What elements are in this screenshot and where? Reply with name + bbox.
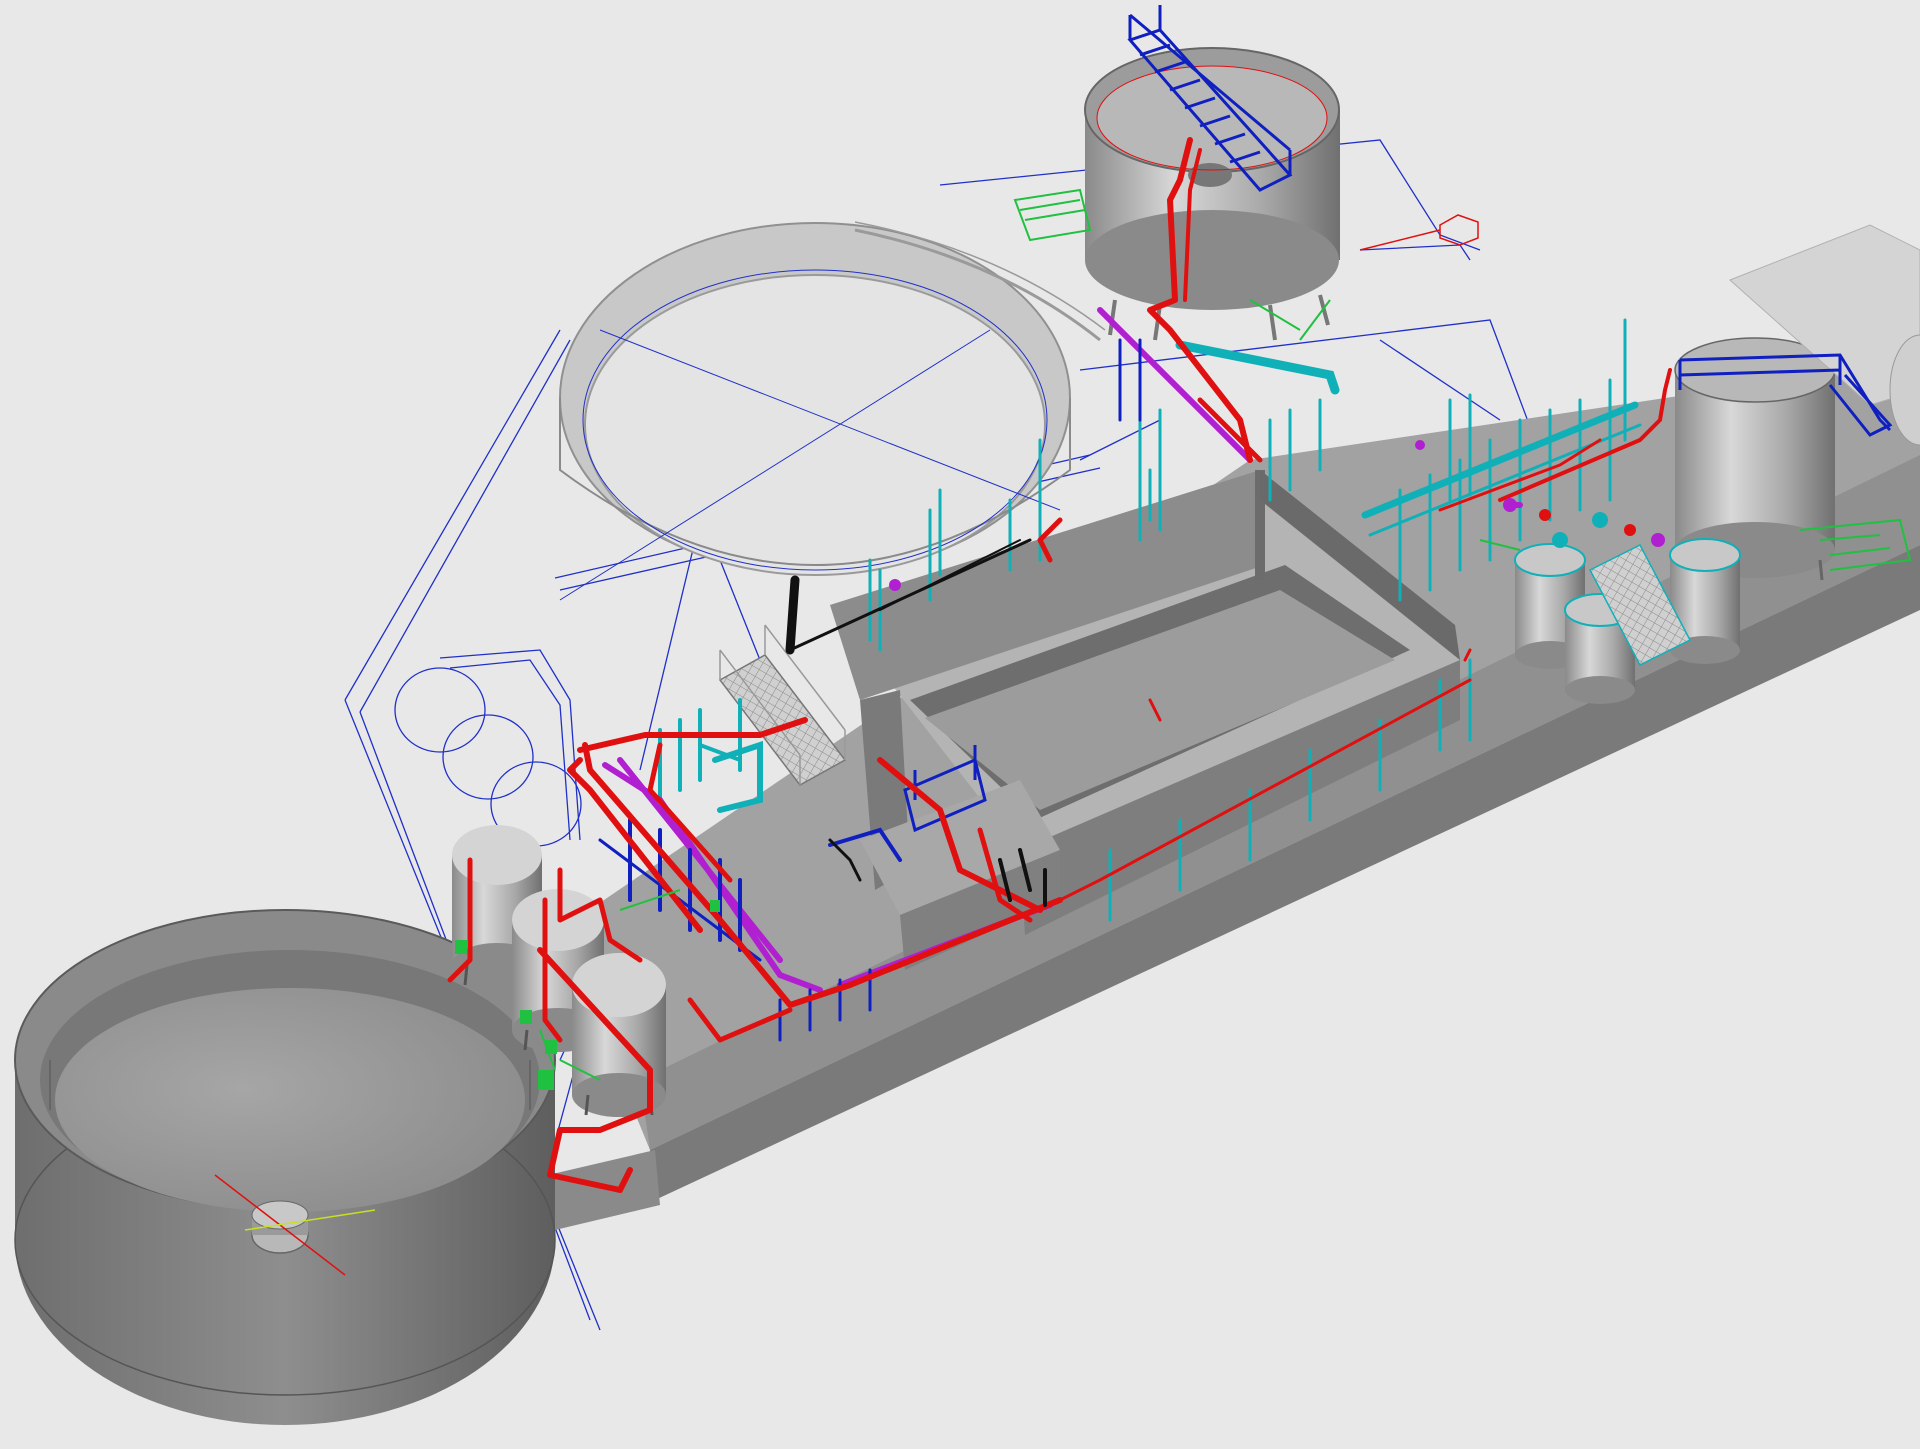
clarifier-tank [14, 909, 556, 1425]
3d-plant-viewport[interactable] [0, 0, 1920, 1449]
plant-model-drawing [14, 5, 1920, 1425]
thickener-tank [1084, 47, 1340, 341]
valve-marker [1359, 214, 1479, 251]
